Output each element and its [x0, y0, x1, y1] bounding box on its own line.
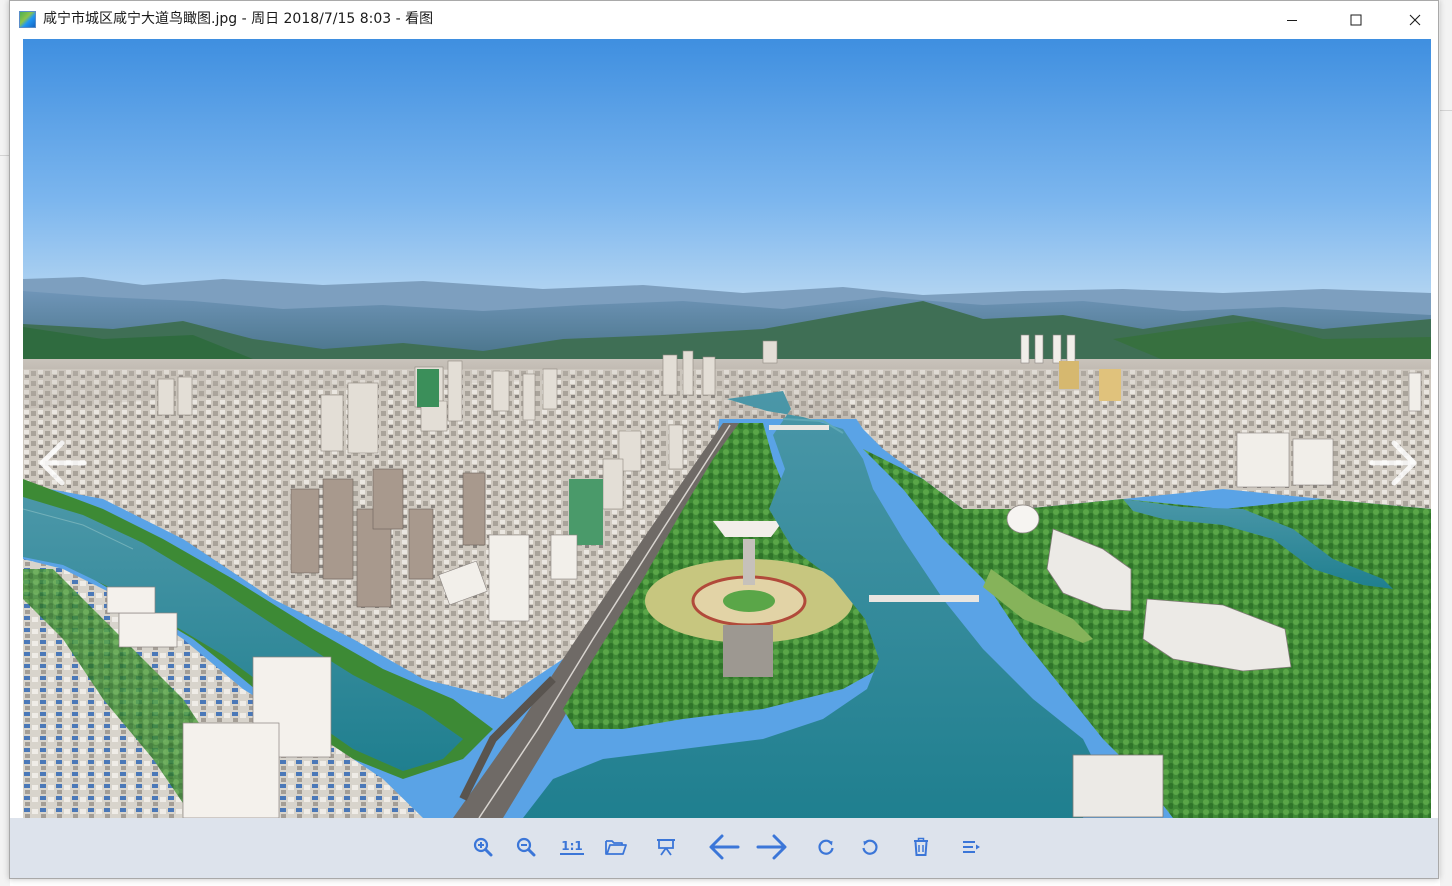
desktop-divider-right [1440, 110, 1452, 111]
minimize-icon [1287, 19, 1297, 21]
folder-open-icon [605, 840, 627, 855]
image-viewer-app-icon [19, 11, 36, 28]
rotate-clockwise-button[interactable] [809, 830, 843, 864]
desktop-background-right [1440, 0, 1452, 886]
title-bar[interactable]: 咸宁市城区咸宁大道鸟瞰图.jpg - 周日 2018/7/15 8:03 - 看… [10, 1, 1438, 38]
next-image-button[interactable] [1363, 432, 1425, 494]
slideshow-icon [657, 839, 675, 856]
open-folder-button[interactable] [599, 830, 633, 864]
actual-size-button[interactable]: 1:1 [555, 830, 589, 864]
image-canvas[interactable] [23, 39, 1431, 818]
zoom-out-button[interactable] [509, 830, 543, 864]
minimize-button[interactable] [1263, 1, 1321, 38]
arrow-right-icon [756, 834, 787, 860]
close-button[interactable] [1386, 1, 1444, 38]
delete-button[interactable] [904, 830, 938, 864]
close-icon [1409, 14, 1421, 25]
aerial-city-river-photo [23, 39, 1431, 818]
window-title: 咸宁市城区咸宁大道鸟瞰图.jpg - 周日 2018/7/15 8:03 - 看… [43, 11, 434, 27]
trash-icon [914, 837, 928, 856]
zoom-in-icon [473, 837, 493, 857]
actual-size-label: 1:1 [560, 839, 584, 855]
previous-button[interactable] [706, 830, 742, 864]
arrow-left-icon [39, 440, 87, 486]
next-button[interactable] [754, 830, 790, 864]
arrow-left-icon [709, 834, 740, 860]
arrow-right-icon [1369, 440, 1417, 486]
maximize-button[interactable] [1327, 1, 1385, 38]
more-menu-button[interactable] [954, 830, 988, 864]
slideshow-button[interactable] [649, 830, 683, 864]
zoom-out-icon [516, 837, 536, 857]
rotate-counterclockwise-button[interactable] [853, 830, 887, 864]
viewer-toolbar: 1:1 [10, 818, 1438, 878]
zoom-in-button[interactable] [466, 830, 500, 864]
maximize-icon [1350, 14, 1362, 25]
image-viewer-window: 咸宁市城区咸宁大道鸟瞰图.jpg - 周日 2018/7/15 8:03 - 看… [9, 0, 1439, 879]
rotate-clockwise-icon [818, 839, 834, 855]
menu-more-icon [963, 841, 980, 853]
previous-image-button[interactable] [31, 432, 93, 494]
rotate-counterclockwise-icon [862, 839, 878, 855]
